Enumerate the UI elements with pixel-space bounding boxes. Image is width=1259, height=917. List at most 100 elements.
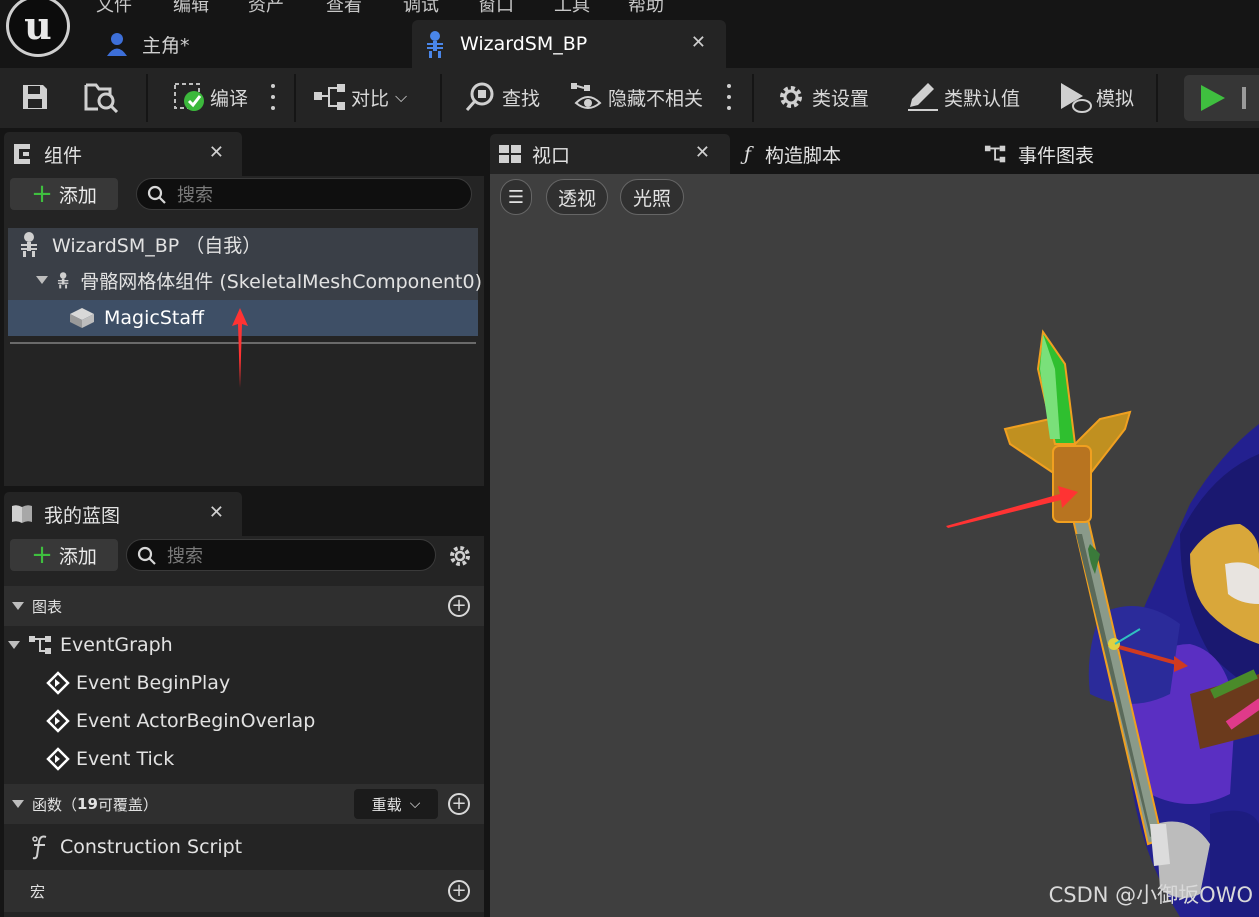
- diff-icon: [314, 84, 345, 110]
- annotation-arrow-up: [232, 308, 248, 388]
- watermark: CSDN @小御坂OWO: [1048, 883, 1253, 907]
- macros-section-header[interactable]: 宏 +: [4, 870, 484, 912]
- class-defaults-button[interactable]: 类默认值: [906, 80, 1020, 114]
- chevron-down-icon: ⌵: [409, 796, 421, 812]
- override-dropdown[interactable]: 重载 ⌵: [354, 789, 438, 819]
- components-icon: [14, 144, 30, 164]
- toolbar-divider: [294, 74, 296, 122]
- browse-button[interactable]: [84, 80, 120, 114]
- components-panel-tab[interactable]: 组件 ✕: [4, 132, 242, 176]
- add-blueprint-item-button[interactable]: + 添加: [10, 539, 118, 571]
- event-node-icon: [46, 671, 70, 695]
- my-blueprint-panel-tab[interactable]: 我的蓝图 ✕: [4, 492, 242, 536]
- close-icon[interactable]: ✕: [695, 142, 710, 163]
- event-node-icon: [46, 747, 70, 771]
- tab-viewport[interactable]: 视口 ✕: [490, 134, 730, 174]
- add-graph-icon[interactable]: +: [448, 595, 470, 617]
- plus-icon: +: [31, 540, 53, 570]
- add-macro-icon[interactable]: +: [448, 880, 470, 902]
- add-component-button[interactable]: + 添加: [10, 178, 118, 210]
- menu-view[interactable]: 查看: [326, 0, 362, 17]
- event-item[interactable]: Event BeginPlay: [46, 664, 230, 702]
- expand-arrow-icon: [8, 641, 20, 649]
- menu-help[interactable]: 帮助: [628, 0, 664, 17]
- annotation-arrow: [946, 486, 1078, 528]
- diff-button[interactable]: 对比 ⌵: [313, 80, 407, 114]
- plus-icon: +: [31, 179, 53, 209]
- hide-unrelated-icon: [571, 83, 602, 109]
- function-icon: ƒ: [744, 143, 752, 165]
- tab-construction-script[interactable]: ƒ 构造脚本: [744, 134, 841, 174]
- collapse-arrow-icon: [12, 800, 24, 808]
- find-button[interactable]: 查找: [464, 80, 540, 114]
- scene-render: [1003, 329, 1259, 917]
- static-mesh-icon: [70, 308, 94, 328]
- event-item[interactable]: Event ActorBeginOverlap: [46, 702, 315, 740]
- close-icon[interactable]: ✕: [691, 32, 706, 53]
- event-graph-icon: [984, 145, 1006, 163]
- blueprint-search-input[interactable]: 搜索: [126, 539, 436, 571]
- menu-tools[interactable]: 工具: [554, 0, 590, 17]
- menu-asset[interactable]: 资产: [248, 0, 284, 17]
- toolbar: 编译 对比 ⌵ 查找 隐藏不相关 类设置 类默认值 模拟: [0, 68, 1259, 128]
- components-panel: + 添加 搜索 WizardSM_BP （自我） 骨骼网格体组件 (Skeleta…: [4, 176, 484, 486]
- viewport-icon: [499, 145, 521, 163]
- tree-item-root[interactable]: WizardSM_BP （自我）: [12, 226, 482, 262]
- document-tabs: 主角* WizardSM_BP ✕: [0, 20, 1259, 68]
- skeleton-icon: [427, 31, 443, 58]
- expand-arrow-icon: [36, 276, 48, 284]
- skeleton-icon: [21, 232, 37, 257]
- character-icon: [107, 33, 127, 56]
- gear-icon[interactable]: [448, 544, 472, 568]
- search-icon: [147, 185, 166, 204]
- graphs-section-header[interactable]: 图表 +: [4, 586, 484, 626]
- menu-window[interactable]: 窗口: [478, 0, 514, 17]
- save-icon: [23, 85, 47, 109]
- simulate-icon: [1061, 83, 1092, 113]
- tree-item-skeletal-mesh[interactable]: 骨骼网格体组件 (SkeletalMeshComponent0): [12, 262, 482, 298]
- play-options-icon: [1242, 87, 1246, 109]
- play-icon: [1201, 85, 1225, 111]
- event-graph-icon: [29, 636, 51, 654]
- compile-check-icon: [174, 83, 204, 111]
- toolbar-divider: [440, 74, 442, 122]
- event-graph-item[interactable]: EventGraph: [8, 626, 173, 664]
- hide-options-icon[interactable]: [726, 82, 732, 112]
- edit-defaults-icon: [908, 83, 938, 111]
- book-icon: [12, 505, 32, 523]
- toolbar-divider: [752, 74, 754, 122]
- skeleton-icon: [57, 272, 69, 289]
- collapse-arrow-icon: [12, 602, 24, 610]
- compile-button[interactable]: 编译: [174, 80, 248, 114]
- folder-search-icon: [84, 83, 119, 113]
- menu-bar: 文件 编辑 资产 查看 调试 窗口 工具 帮助: [0, 0, 1259, 20]
- toolbar-divider: [146, 74, 148, 122]
- simulate-button[interactable]: 模拟: [1058, 80, 1134, 114]
- chevron-down-icon: ⌵: [395, 87, 408, 106]
- function-icon: [32, 835, 47, 860]
- menu-edit[interactable]: 编辑: [173, 0, 209, 17]
- hide-unrelated-button[interactable]: 隐藏不相关: [570, 80, 703, 114]
- functions-section-header[interactable]: 函数（ 19 可覆盖） 重载 ⌵ +: [4, 784, 484, 824]
- save-button[interactable]: [20, 80, 50, 114]
- add-function-icon[interactable]: +: [448, 793, 470, 815]
- close-icon[interactable]: ✕: [209, 502, 224, 523]
- event-node-icon: [46, 709, 70, 733]
- components-search-input[interactable]: 搜索: [136, 178, 472, 210]
- viewport-3d[interactable]: ☰ 透视 光照 CSDN @小御坂OWO: [490, 174, 1259, 917]
- tab-event-graph[interactable]: 事件图表: [984, 134, 1094, 174]
- editor-tabs: 视口 ✕ ƒ 构造脚本 事件图表: [490, 128, 1259, 174]
- search-icon: [137, 546, 156, 565]
- tab-wizardsm-bp[interactable]: WizardSM_BP ✕: [412, 20, 726, 68]
- construction-script-item[interactable]: Construction Script: [30, 828, 242, 866]
- toolbar-divider: [1156, 74, 1158, 122]
- play-button[interactable]: [1184, 75, 1259, 121]
- close-icon[interactable]: ✕: [209, 142, 224, 163]
- tab-main-character[interactable]: 主角*: [104, 20, 190, 68]
- find-icon: [465, 82, 494, 111]
- event-item[interactable]: Event Tick: [46, 740, 174, 778]
- menu-file[interactable]: 文件: [96, 0, 132, 17]
- menu-debug[interactable]: 调试: [403, 0, 439, 17]
- class-settings-button[interactable]: 类设置: [776, 80, 869, 114]
- compile-options-icon[interactable]: [270, 82, 276, 112]
